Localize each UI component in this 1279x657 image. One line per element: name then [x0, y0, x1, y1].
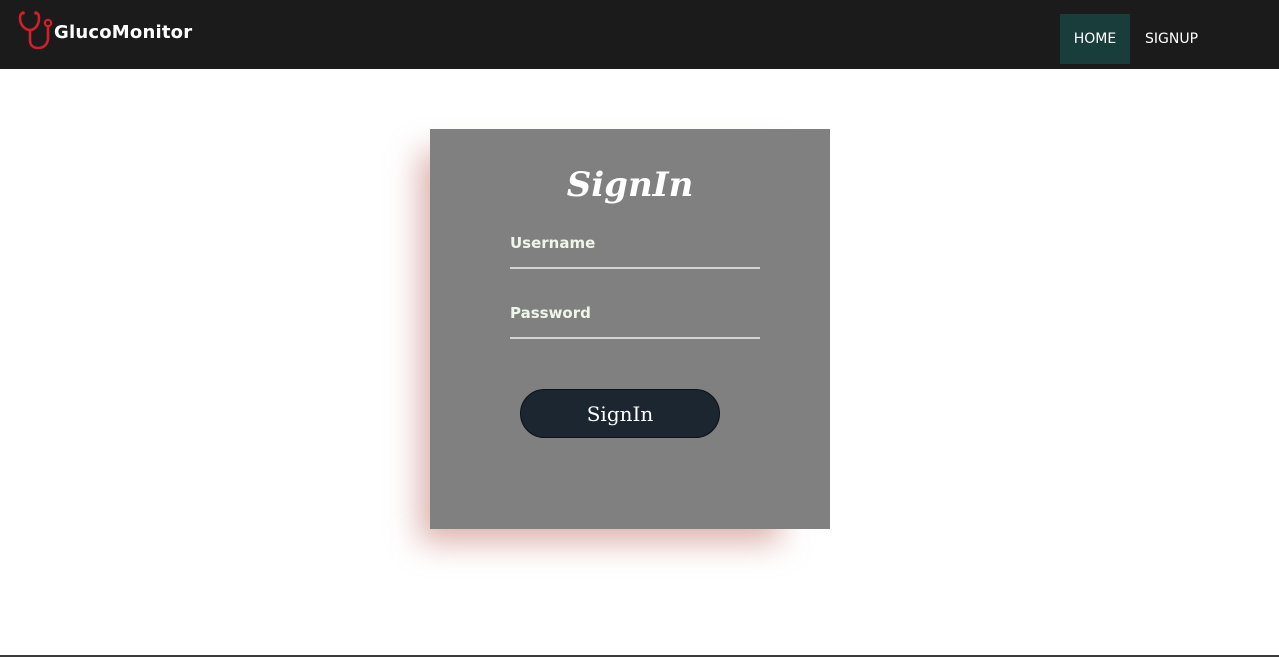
signin-button[interactable]: SignIn — [520, 389, 720, 438]
password-input[interactable] — [510, 301, 760, 337]
nav-home-link[interactable]: HOME — [1060, 14, 1130, 64]
signin-title: SignIn — [566, 165, 694, 205]
stethoscope-icon — [18, 11, 53, 50]
brand-name: GlucoMonitor — [54, 21, 193, 43]
username-input[interactable] — [510, 231, 760, 267]
brand-logo-link[interactable]: GlucoMonitor — [18, 10, 192, 50]
signin-card: SignIn Username Password SignIn — [430, 129, 830, 529]
nav-links: HOME SIGNUP — [1060, 14, 1213, 64]
nav-signup-link[interactable]: SIGNUP — [1130, 14, 1213, 64]
username-field: Username — [510, 231, 760, 269]
password-field: Password — [510, 301, 760, 339]
top-navbar: GlucoMonitor HOME SIGNUP — [0, 0, 1279, 69]
